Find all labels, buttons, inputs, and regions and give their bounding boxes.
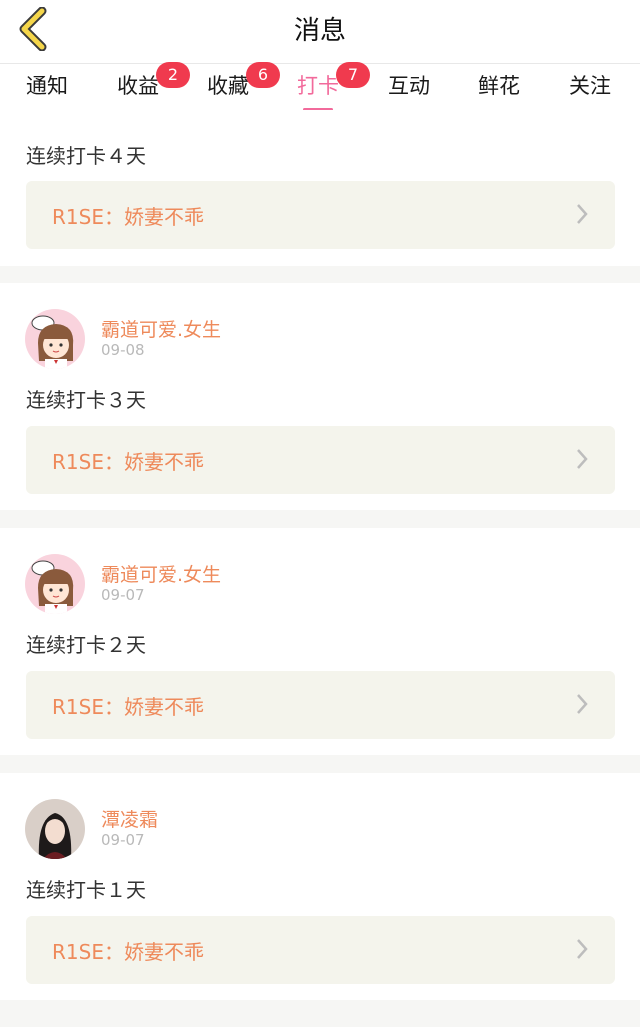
username[interactable]: 潭凌霜 [101, 805, 158, 832]
book-title: R1SE：娇妻不乖 [52, 940, 204, 964]
message-date: 09-07 [101, 831, 145, 849]
avatar[interactable] [25, 309, 85, 369]
list-item: 潭凌霜 09-07 连续打卡１天 R1SE：娇妻不乖 [0, 773, 640, 1000]
tab-favorites[interactable]: 收藏 6 [207, 62, 280, 108]
chevron-right-icon [577, 694, 588, 714]
nav-bar: 消息 [0, 0, 640, 64]
tab-notice[interactable]: 通知 [26, 70, 68, 108]
page-title: 消息 [293, 16, 346, 46]
username[interactable]: 霸道可爱.女生 [101, 560, 221, 587]
book-title: R1SE：娇妻不乖 [52, 695, 204, 719]
unread-badge: 7 [336, 62, 370, 88]
tab-checkin[interactable]: 打卡 7 [297, 62, 370, 111]
tab-label: 打卡 [297, 74, 339, 98]
chevron-right-icon [577, 204, 588, 224]
tab-flowers[interactable]: 鲜花 [478, 70, 520, 108]
book-link[interactable]: R1SE：娇妻不乖 [26, 181, 615, 249]
checkin-message: 连续打卡１天 [26, 878, 146, 902]
book-link[interactable]: R1SE：娇妻不乖 [26, 671, 615, 739]
avatar[interactable] [25, 799, 85, 859]
list-item: 霸道可爱.女生 09-08 连续打卡３天 R1SE：娇妻不乖 [0, 283, 640, 510]
book-title: R1SE：娇妻不乖 [52, 205, 204, 229]
tab-follow[interactable]: 关注 [569, 70, 611, 108]
tab-label: 收益 [117, 74, 159, 98]
tab-earnings[interactable]: 收益 2 [117, 62, 190, 108]
checkin-message: 连续打卡４天 [26, 144, 146, 168]
tab-label: 关注 [569, 74, 611, 98]
tab-label: 鲜花 [478, 74, 520, 98]
tab-label: 通知 [26, 74, 68, 98]
book-link[interactable]: R1SE：娇妻不乖 [26, 916, 615, 984]
message-date: 09-07 [101, 586, 145, 604]
chevron-right-icon [577, 939, 588, 959]
tab-label: 收藏 [207, 74, 249, 98]
chevron-right-icon [577, 449, 588, 469]
unread-badge: 6 [246, 62, 280, 88]
message-date: 09-08 [101, 341, 145, 359]
tab-label: 互动 [388, 74, 430, 98]
checkin-message: 连续打卡２天 [26, 633, 146, 657]
checkin-message: 连续打卡３天 [26, 388, 146, 412]
unread-badge: 2 [156, 62, 190, 88]
username[interactable]: 霸道可爱.女生 [101, 315, 221, 342]
tab-bar: 通知 收益 2 收藏 6 打卡 7 互动 鲜花 关注 [0, 62, 640, 111]
avatar[interactable] [25, 554, 85, 614]
cartoon-girl-avatar-icon [25, 309, 85, 369]
list-item: 连续打卡４天 R1SE：娇妻不乖 [0, 110, 640, 266]
photo-avatar-icon [25, 799, 85, 859]
book-title: R1SE：娇妻不乖 [52, 450, 204, 474]
tab-interaction[interactable]: 互动 [388, 70, 430, 108]
cartoon-girl-avatar-icon [25, 554, 85, 614]
list-item: 霸道可爱.女生 09-07 连续打卡２天 R1SE：娇妻不乖 [0, 528, 640, 755]
book-link[interactable]: R1SE：娇妻不乖 [26, 426, 615, 494]
